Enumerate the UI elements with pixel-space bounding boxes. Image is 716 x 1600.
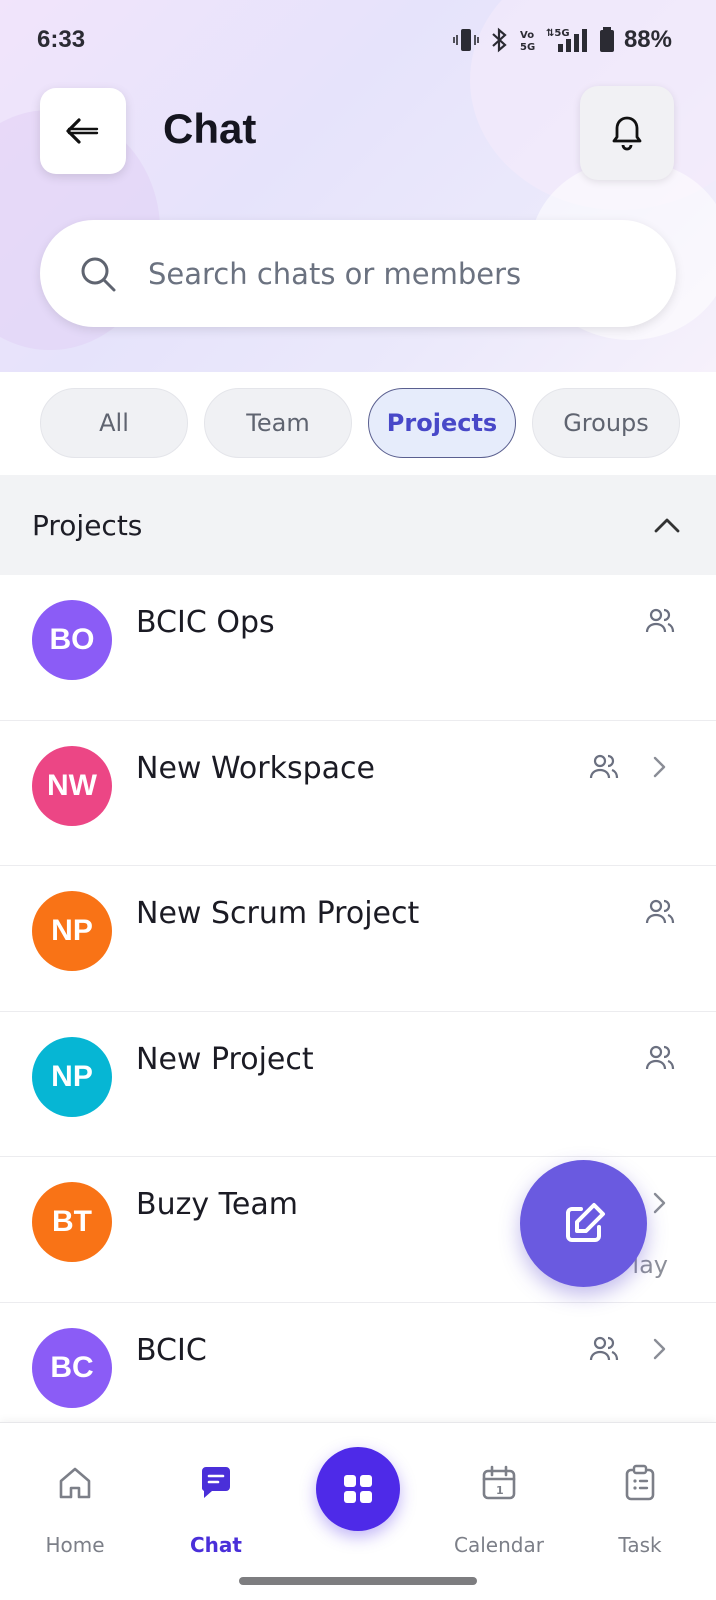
bluetooth-icon: [492, 27, 507, 53]
filter-chip-groups[interactable]: Groups: [532, 388, 680, 458]
avatar: BT: [32, 1182, 112, 1262]
chat-name: Buzy Team: [136, 1187, 298, 1222]
avatar: NP: [32, 891, 112, 971]
chat-name: BCIC: [136, 1332, 207, 1368]
chat-name: New Workspace: [136, 750, 375, 786]
chat-name: New Project: [136, 1041, 314, 1077]
filter-chip-all[interactable]: All: [40, 388, 188, 458]
members-icon: [589, 1336, 619, 1360]
chat-name: BCIC Ops: [136, 605, 275, 640]
chat-icon: [201, 1467, 230, 1498]
home-indicator[interactable]: [239, 1577, 477, 1585]
chat-row-new-project[interactable]: NP New Project: [0, 1012, 716, 1157]
svg-text:Vo: Vo: [520, 30, 534, 41]
chevron-right-icon[interactable]: [652, 1337, 668, 1361]
search-icon: [81, 257, 116, 291]
nav-home[interactable]: Home: [20, 1423, 130, 1563]
members-icon: [645, 608, 675, 633]
chat-list: BO BCIC Ops NW New Workspace NP New Scru…: [0, 575, 716, 1448]
nav-task[interactable]: Task: [585, 1423, 695, 1563]
avatar: BO: [32, 600, 112, 680]
nav-chat[interactable]: Chat: [161, 1423, 271, 1563]
arrow-left-icon: [66, 118, 99, 144]
status-time: 6:33: [37, 26, 86, 53]
notifications-button[interactable]: [580, 86, 674, 180]
vibrate-icon: [453, 29, 479, 51]
volte-icon: Vo5G: [520, 30, 535, 53]
members-icon: [589, 754, 619, 778]
section-title: Projects: [32, 508, 143, 542]
members-icon: [645, 1045, 675, 1069]
nav-chat-label: Chat: [190, 1533, 242, 1557]
nav-task-label: Task: [618, 1533, 662, 1557]
filter-chip-projects[interactable]: Projects: [368, 388, 516, 458]
apps-button[interactable]: [316, 1447, 400, 1531]
grid-icon: [344, 1475, 372, 1503]
chat-row-bcic-ops[interactable]: BO BCIC Ops: [0, 575, 716, 721]
members-icon: [645, 899, 675, 924]
edit-icon: [565, 1202, 605, 1242]
nav-calendar-label: Calendar: [454, 1533, 544, 1557]
section-header-projects[interactable]: Projects: [0, 475, 716, 575]
chevron-right-icon[interactable]: [652, 1191, 668, 1215]
battery-icon: [599, 27, 614, 52]
avatar: NP: [32, 1036, 112, 1117]
chat-row-new-workspace[interactable]: NW New Workspace: [0, 721, 716, 866]
page-title: Chat: [163, 105, 257, 152]
nav-calendar[interactable]: 1 Calendar: [444, 1423, 554, 1563]
calendar-icon: 1: [482, 1465, 516, 1500]
battery-percent: 88%: [623, 26, 672, 53]
back-button[interactable]: [40, 88, 126, 174]
bottom-nav: Home Chat 1 Calendar Task: [0, 1422, 716, 1600]
search-input[interactable]: [148, 256, 628, 291]
chevron-right-icon[interactable]: [652, 755, 668, 779]
svg-text:5G: 5G: [520, 42, 535, 53]
filter-chip-team[interactable]: Team: [204, 388, 352, 458]
avatar: NW: [32, 745, 112, 826]
chat-name: New Scrum Project: [136, 896, 420, 931]
chevron-up-icon[interactable]: [654, 517, 680, 533]
svg-text:⇅5G: ⇅5G: [546, 28, 570, 39]
avatar: BC: [32, 1327, 112, 1408]
status-icons: Vo 5G ⇅5G 88%: [452, 26, 672, 54]
compose-fab[interactable]: [520, 1160, 647, 1287]
home-icon: [59, 1467, 91, 1499]
chat-row-new-scrum-project[interactable]: NP New Scrum Project: [0, 866, 716, 1012]
svg-text:1: 1: [496, 1484, 504, 1497]
signal-icon: ⇅5G: [546, 28, 587, 52]
bell-icon: [612, 116, 642, 151]
nav-home-label: Home: [45, 1533, 105, 1557]
filter-chips: All Team Projects Groups: [40, 388, 680, 458]
clipboard-icon: [625, 1464, 655, 1501]
search-bar[interactable]: [40, 220, 676, 327]
status-bar: 6:33 Vo 5G ⇅5G 88%: [0, 0, 716, 84]
